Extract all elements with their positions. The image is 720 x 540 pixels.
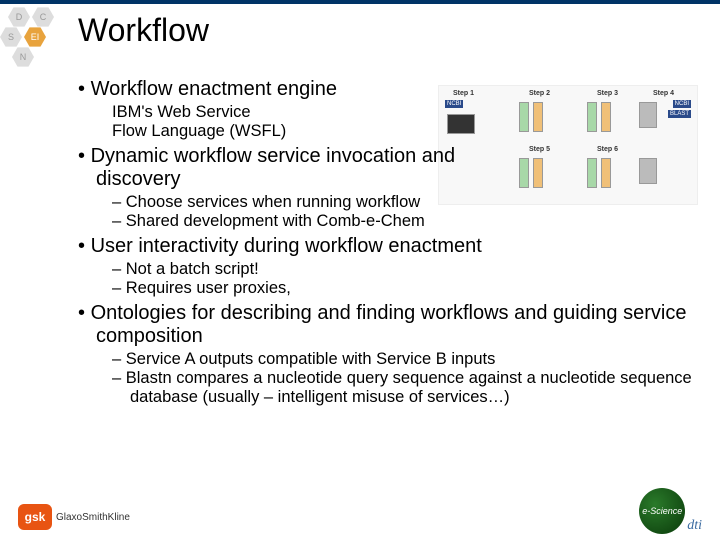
subbullet-service-compat: Service A outputs compatible with Servic…	[112, 350, 700, 369]
subbullet-user-proxies: Requires user proxies,	[112, 279, 700, 298]
bullet-user-interactivity: User interactivity during workflow enact…	[78, 235, 700, 258]
bullet-dynamic-workflow: Dynamic workflow service invocation and …	[78, 145, 498, 191]
subbullet-not-batch: Not a batch script!	[112, 260, 700, 279]
escience-logo: e-Science dti	[639, 488, 702, 534]
bullet-enactment-engine: Workflow enactment engine	[78, 78, 700, 101]
gsk-company-text: GlaxoSmithKline	[56, 512, 130, 523]
escience-circle: e-Science	[639, 488, 685, 534]
subtext-ibm: IBM's Web Service	[112, 103, 700, 122]
hex-logo-cluster: D C S EI N	[0, 4, 70, 74]
subbullet-blastn: Blastn compares a nucleotide query seque…	[112, 369, 700, 407]
subbullet-choose-services: Choose services when running workflow	[112, 193, 700, 212]
subbullet-combechem: Shared development with Comb-e-Chem	[112, 212, 700, 231]
subtext-wsfl: Flow Language (WSFL)	[112, 122, 700, 141]
page-title: Workflow	[78, 12, 209, 49]
bullet-ontologies: Ontologies for describing and finding wo…	[78, 302, 700, 348]
content-area: Workflow enactment engine IBM's Web Serv…	[40, 78, 700, 407]
header-rule	[0, 0, 720, 4]
dti-text: dti	[687, 518, 702, 534]
footer: gsk GlaxoSmithKline e-Science dti	[0, 482, 720, 540]
gsk-logo: gsk GlaxoSmithKline	[18, 504, 130, 530]
gsk-badge: gsk	[18, 504, 52, 530]
